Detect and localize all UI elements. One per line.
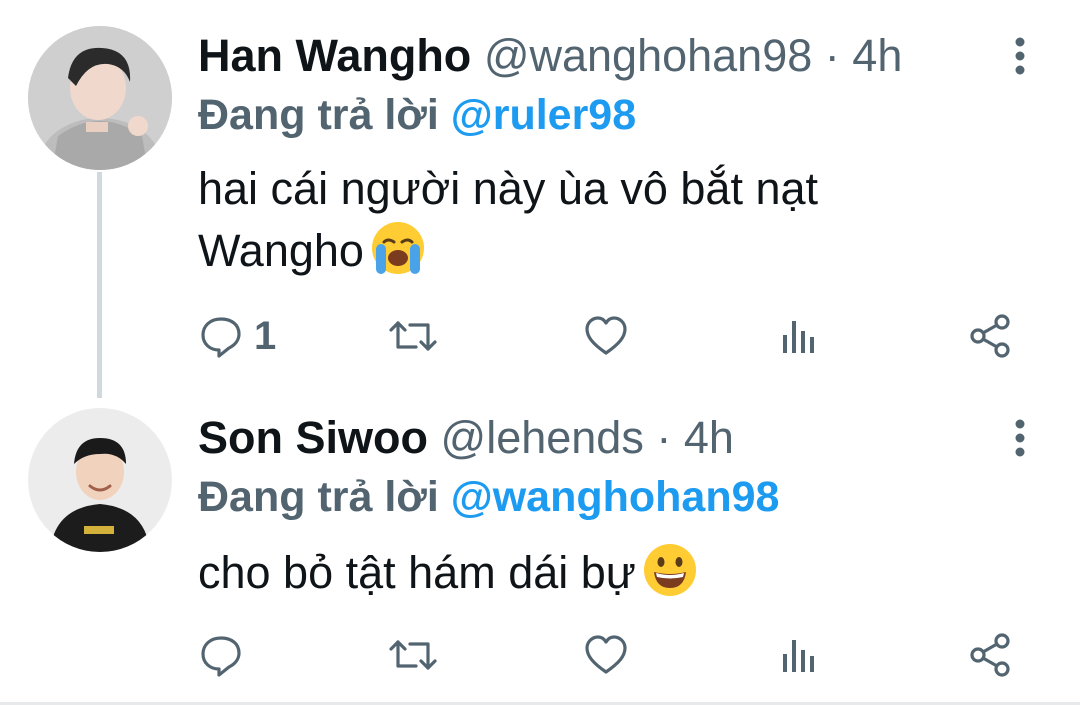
- avatar[interactable]: [28, 26, 172, 170]
- retweet-button[interactable]: [388, 311, 438, 361]
- tweet[interactable]: Han Wangho @wanghohan98 · 4h Đang trả lờ…: [0, 0, 1080, 400]
- tweet-header: Han Wangho @wanghohan98 · 4h: [198, 26, 1040, 86]
- more-icon[interactable]: [1010, 418, 1030, 458]
- loudly-crying-face-icon: [371, 222, 424, 274]
- tweet-text: cho bỏ tật hám dái bự: [198, 542, 918, 604]
- avatar[interactable]: [28, 408, 172, 552]
- retweet-icon: [389, 321, 437, 351]
- views-button[interactable]: [778, 630, 818, 680]
- separator: ·: [824, 30, 840, 81]
- tweet-header: Son Siwoo @lehends · 4h: [198, 408, 1040, 468]
- retweet-button[interactable]: [388, 630, 438, 680]
- display-name[interactable]: Han Wangho: [198, 30, 471, 81]
- like-button[interactable]: [583, 630, 629, 680]
- handle[interactable]: @wanghohan98: [484, 30, 812, 81]
- views-button[interactable]: [778, 311, 818, 361]
- views-icon: [783, 640, 814, 672]
- reply-button[interactable]: [198, 630, 254, 680]
- reply-icon: [201, 636, 241, 677]
- replying-to: Đang trả lời @ruler98: [198, 86, 636, 144]
- share-icon: [970, 314, 1010, 358]
- tweet-text-content: cho bỏ tật hám dái bự: [198, 547, 636, 598]
- tweet-text-content: hai cái người này ùa vô bắt nạt Wangho: [198, 163, 819, 276]
- retweet-icon: [389, 640, 437, 670]
- tweet-actions: 1: [198, 311, 1018, 361]
- like-icon: [585, 316, 627, 355]
- handle[interactable]: @lehends: [441, 412, 644, 463]
- views-icon: [783, 321, 814, 353]
- replying-to-handle[interactable]: @wanghohan98: [451, 473, 780, 521]
- replying-to-handle[interactable]: @ruler98: [451, 91, 636, 139]
- avatar-image: [28, 26, 172, 170]
- like-button[interactable]: [583, 311, 629, 361]
- like-icon: [585, 635, 627, 674]
- reply-icon: [201, 317, 241, 358]
- grinning-face-icon: [643, 544, 696, 596]
- separator: ·: [656, 412, 672, 463]
- avatar-image: [28, 408, 172, 552]
- tweet-text: hai cái người này ùa vô bắt nạt Wangho: [198, 158, 918, 282]
- replying-to: Đang trả lời @wanghohan98: [198, 468, 779, 526]
- share-button[interactable]: [968, 311, 1014, 361]
- share-button[interactable]: [968, 630, 1014, 680]
- reply-count: 1: [254, 314, 277, 358]
- timestamp[interactable]: 4h: [852, 30, 902, 81]
- reply-button[interactable]: 1: [198, 311, 276, 361]
- more-icon[interactable]: [1010, 36, 1030, 76]
- display-name[interactable]: Son Siwoo: [198, 412, 428, 463]
- share-icon: [970, 633, 1010, 677]
- replying-to-label: Đang trả lời: [198, 473, 439, 521]
- tweet[interactable]: Son Siwoo @lehends · 4h Đang trả lời @wa…: [0, 400, 1080, 705]
- replying-to-label: Đang trả lời: [198, 91, 439, 139]
- tweet-actions: [198, 630, 1018, 680]
- timestamp[interactable]: 4h: [684, 412, 734, 463]
